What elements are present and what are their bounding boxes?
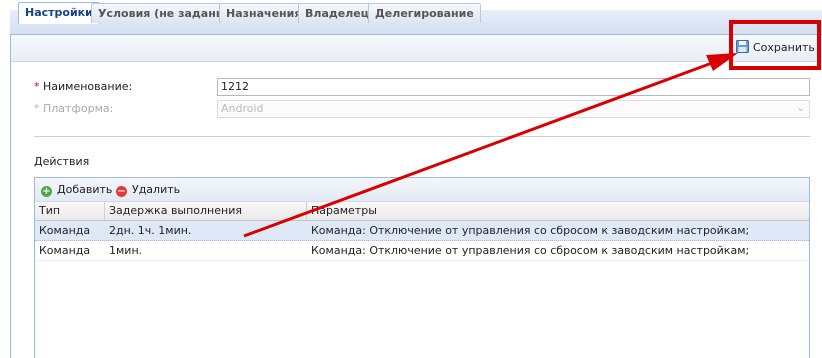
annotation-arrow [243,53,738,238]
annotation-highlight-box [729,20,821,70]
